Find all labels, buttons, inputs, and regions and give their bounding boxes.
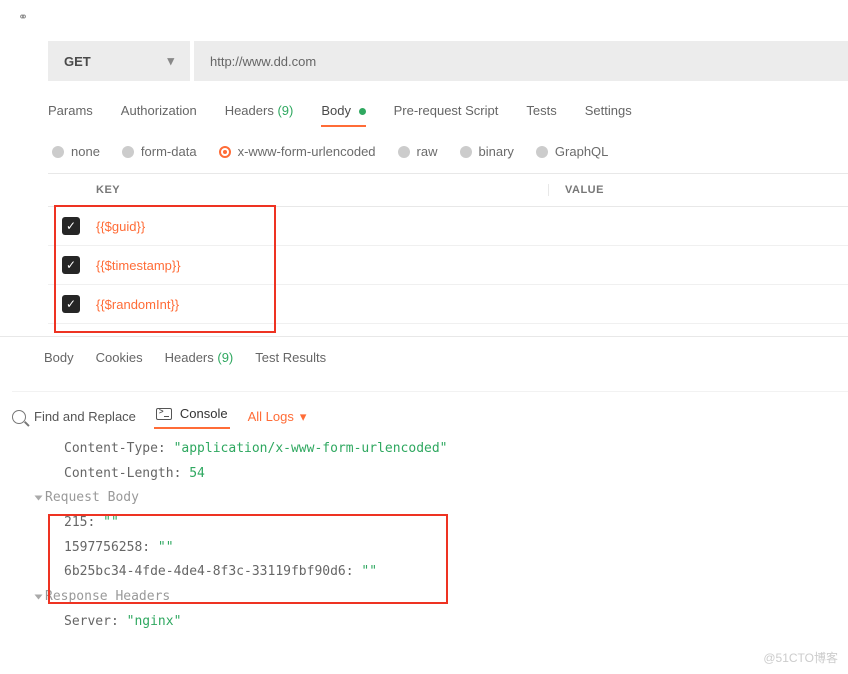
http-method-select[interactable]: GET ▾ (48, 41, 190, 81)
section-label: Response Headers (45, 589, 170, 604)
triangle-down-icon (35, 594, 43, 599)
radio-label: raw (417, 144, 438, 159)
tab-prerequest[interactable]: Pre-request Script (394, 103, 499, 126)
url-text: http://www.dd.com (210, 54, 316, 69)
search-icon (12, 410, 26, 424)
value-column-header: VALUE (548, 184, 604, 196)
console-icon (156, 408, 172, 420)
radio-label: form-data (141, 144, 197, 159)
radio-icon (536, 146, 548, 158)
tab-settings[interactable]: Settings (585, 103, 632, 126)
response-tab-cookies[interactable]: Cookies (96, 350, 143, 365)
method-label: GET (64, 54, 91, 69)
body-type-raw[interactable]: raw (398, 144, 438, 159)
table-row[interactable]: ✓ {{$guid}} (48, 207, 848, 246)
triangle-down-icon (35, 495, 43, 500)
body-type-urlencoded[interactable]: x-www-form-urlencoded (219, 144, 376, 159)
log-value: "nginx" (127, 614, 182, 629)
tab-params[interactable]: Params (48, 103, 93, 126)
table-row[interactable]: ✓ {{$randomInt}} (48, 285, 848, 324)
radio-icon (52, 146, 64, 158)
response-tab-test-results[interactable]: Test Results (255, 350, 326, 365)
tab-icon: ⚭ (18, 10, 26, 24)
response-headers-count: (9) (217, 350, 233, 365)
body-active-dot-icon (359, 108, 366, 115)
find-and-replace-button[interactable]: Find and Replace (12, 409, 136, 424)
response-tab-headers[interactable]: Headers (9) (165, 350, 234, 365)
console-output: Content-Type: "application/x-www-form-ur… (64, 437, 848, 635)
chevron-down-icon: ▾ (300, 409, 307, 425)
section-label: Request Body (45, 490, 139, 505)
log-value: "" (361, 564, 377, 579)
radio-icon (122, 146, 134, 158)
key-cell[interactable]: {{$timestamp}} (96, 258, 181, 273)
tab-body[interactable]: Body (321, 103, 365, 126)
find-replace-label: Find and Replace (34, 409, 136, 424)
tab-headers[interactable]: Headers (9) (225, 103, 294, 126)
row-checkbox[interactable]: ✓ (62, 295, 80, 313)
table-row[interactable]: ✓ {{$timestamp}} (48, 246, 848, 285)
body-type-none[interactable]: none (52, 144, 100, 159)
log-key: Content-Type: (64, 441, 166, 456)
tab-body-label: Body (321, 103, 351, 118)
tab-headers-label: Headers (225, 103, 274, 118)
radio-label: none (71, 144, 100, 159)
log-key: 6b25bc34-4fde-4de4-8f3c-33119fbf90d6: (64, 564, 354, 579)
request-body-section[interactable]: Request Body (36, 486, 848, 511)
console-label: Console (180, 406, 228, 421)
tab-authorization[interactable]: Authorization (121, 103, 197, 126)
log-value: 54 (189, 466, 205, 481)
log-key: 215: (64, 515, 95, 530)
console-button[interactable]: Console (156, 406, 228, 427)
log-value: "application/x-www-form-urlencoded" (174, 441, 448, 456)
tab-tests[interactable]: Tests (526, 103, 556, 126)
response-tab-body[interactable]: Body (44, 350, 74, 365)
key-column-header: KEY (48, 184, 548, 196)
log-key: Server: (64, 614, 119, 629)
radio-icon (460, 146, 472, 158)
all-logs-dropdown[interactable]: All Logs ▾ (248, 409, 307, 425)
radio-icon (398, 146, 410, 158)
log-key: 1597756258: (64, 540, 150, 555)
key-cell[interactable]: {{$randomInt}} (96, 297, 179, 312)
response-headers-section[interactable]: Response Headers (36, 585, 848, 610)
url-input[interactable]: http://www.dd.com (194, 41, 848, 81)
body-type-graphql[interactable]: GraphQL (536, 144, 608, 159)
headers-count: (9) (277, 103, 293, 118)
watermark: @51CTO博客 (763, 649, 838, 666)
chevron-down-icon: ▾ (167, 53, 174, 69)
body-type-form-data[interactable]: form-data (122, 144, 197, 159)
radio-label: x-www-form-urlencoded (238, 144, 376, 159)
row-checkbox[interactable]: ✓ (62, 256, 80, 274)
all-logs-label: All Logs (248, 409, 294, 424)
key-cell[interactable]: {{$guid}} (96, 219, 145, 234)
radio-label: GraphQL (555, 144, 608, 159)
log-key: Content-Length: (64, 466, 181, 481)
body-type-binary[interactable]: binary (460, 144, 514, 159)
log-value: "" (103, 515, 119, 530)
log-value: "" (158, 540, 174, 555)
radio-label: binary (479, 144, 514, 159)
radio-selected-icon (219, 146, 231, 158)
response-headers-label: Headers (165, 350, 214, 365)
row-checkbox[interactable]: ✓ (62, 217, 80, 235)
